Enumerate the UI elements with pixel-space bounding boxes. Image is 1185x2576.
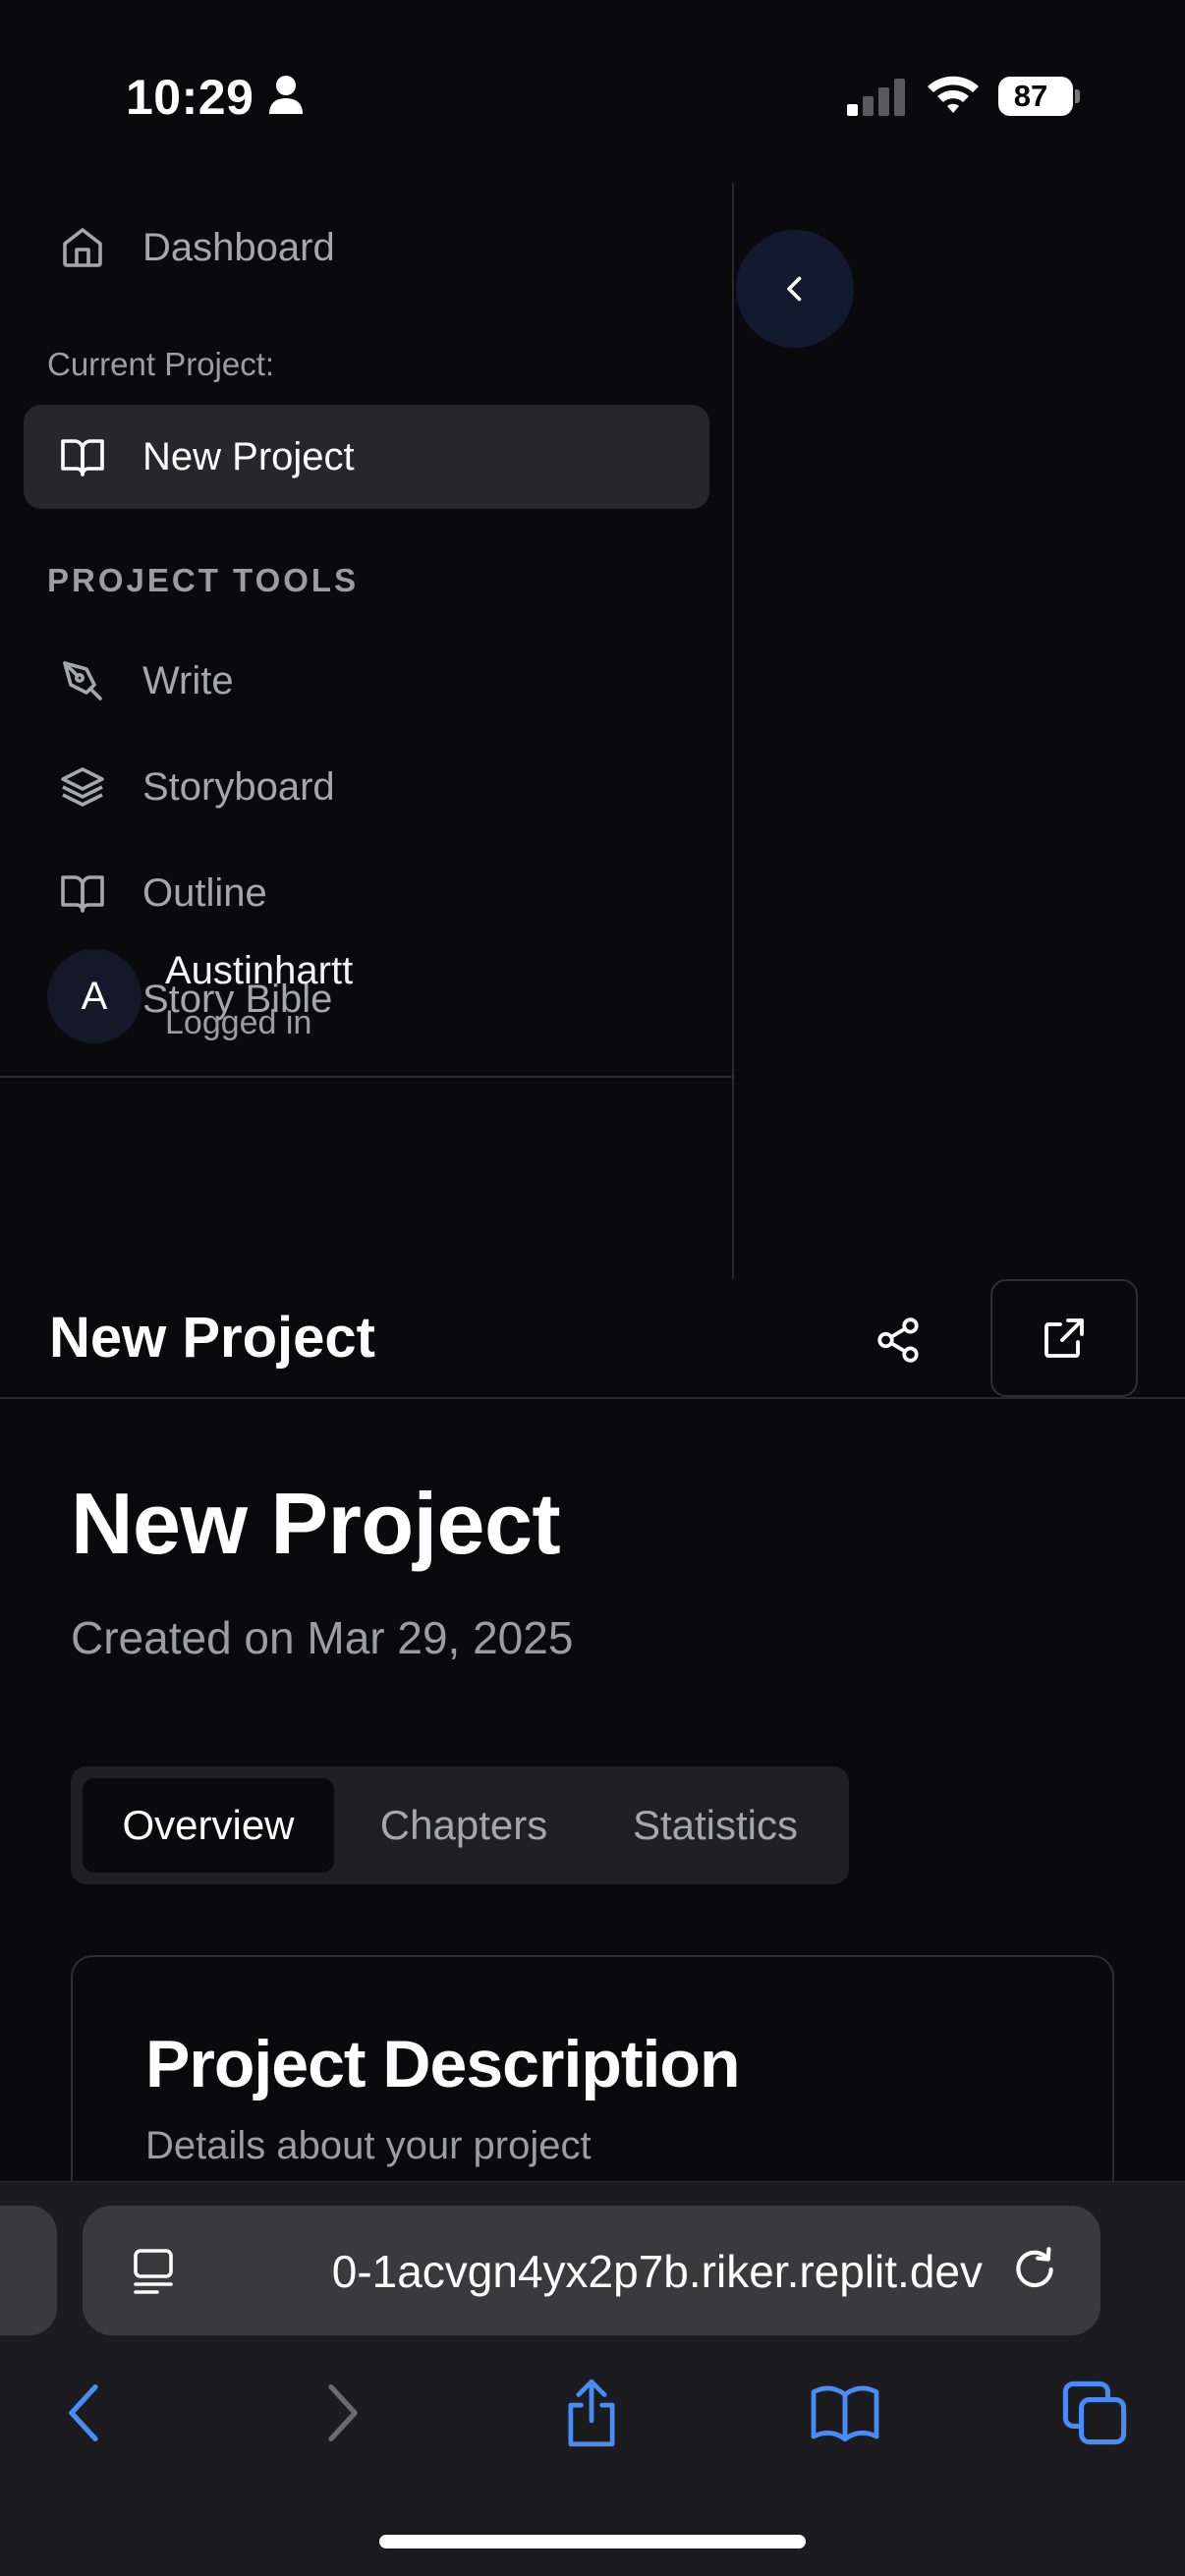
home-icon <box>63 228 102 267</box>
cellular-signal-icon <box>847 79 905 116</box>
chevron-right-icon <box>328 2383 358 2442</box>
tab-statistics[interactable]: Statistics <box>590 1778 841 1873</box>
project-tabs: Overview Chapters Statistics <box>71 1766 849 1884</box>
sidebar-item-dashboard[interactable]: Dashboard <box>24 196 709 300</box>
open-book-icon <box>811 2385 879 2442</box>
project-header: New Project <box>0 1279 1185 1399</box>
open-external-button[interactable] <box>990 1279 1138 1397</box>
tabs-button[interactable] <box>1055 2374 1134 2452</box>
sidebar-item-label: Storyboard <box>142 764 335 809</box>
user-name: Austinhartt <box>165 949 354 992</box>
previous-tab-preview[interactable] <box>0 2206 57 2335</box>
book-icon <box>61 439 104 476</box>
chevron-left-icon <box>787 276 802 302</box>
wifi-icon <box>928 76 979 113</box>
battery-level: 87 <box>1013 79 1048 113</box>
sidebar: Dashboard Current Project: New Project P… <box>0 183 734 1279</box>
sidebar-item-label: Write <box>142 658 234 702</box>
address-bar[interactable]: 0-1acvgn4yx2p7b.riker.replit.dev <box>83 2206 1100 2335</box>
forward-button[interactable] <box>303 2374 381 2452</box>
sidebar-item-label: New Project <box>142 434 355 478</box>
status-bar: 10:29 87 <box>0 0 1185 187</box>
person-icon <box>269 76 303 114</box>
current-project-label: Current Project: <box>47 346 275 382</box>
sidebar-item-outline[interactable]: Outline <box>24 841 709 945</box>
url-text: 0-1acvgn4yx2p7b.riker.replit.dev <box>331 2246 983 2297</box>
header-title: New Project <box>49 1306 375 1370</box>
external-link-icon <box>1044 1318 1084 1358</box>
page-menu-icon[interactable] <box>130 2247 177 2298</box>
reload-icon[interactable] <box>1010 2245 1059 2294</box>
home-indicator <box>379 2535 806 2548</box>
share-button[interactable] <box>865 1307 931 1373</box>
page-title: New Project <box>71 1475 561 1572</box>
sidebar-item-write[interactable]: Write <box>24 629 709 733</box>
user-status: Logged in <box>165 1004 312 1041</box>
card-subtitle: Details about your project <box>145 2124 592 2167</box>
bookmarks-button[interactable] <box>806 2374 884 2452</box>
tabs-icon <box>1062 2380 1127 2445</box>
tab-chapters[interactable]: Chapters <box>338 1778 590 1873</box>
sidebar-item-storyboard[interactable]: Storyboard <box>24 735 709 839</box>
share-nodes-icon <box>877 1317 919 1363</box>
sidebar-item-label: Outline <box>142 870 267 915</box>
sidebar-item-label: Dashboard <box>142 225 335 269</box>
share-icon <box>568 2379 615 2447</box>
sidebar-item-current-project[interactable]: New Project <box>24 405 709 509</box>
status-time: 10:29 <box>126 70 254 125</box>
share-page-button[interactable] <box>552 2374 631 2452</box>
avatar[interactable]: A <box>47 949 141 1043</box>
tab-overview[interactable]: Overview <box>83 1778 334 1873</box>
card-title: Project Description <box>145 2027 740 2101</box>
back-button[interactable] <box>45 2374 124 2452</box>
sidebar-divider <box>0 1076 732 1078</box>
chevron-left-icon <box>69 2383 98 2442</box>
layers-icon <box>61 767 104 807</box>
project-tools-heading: PROJECT TOOLS <box>47 562 360 598</box>
collapse-sidebar-button[interactable] <box>736 230 854 348</box>
open-book-icon <box>61 875 104 913</box>
battery-indicator: 87 <box>998 77 1080 116</box>
created-date: Created on Mar 29, 2025 <box>71 1612 574 1663</box>
pen-nib-icon <box>63 661 102 700</box>
